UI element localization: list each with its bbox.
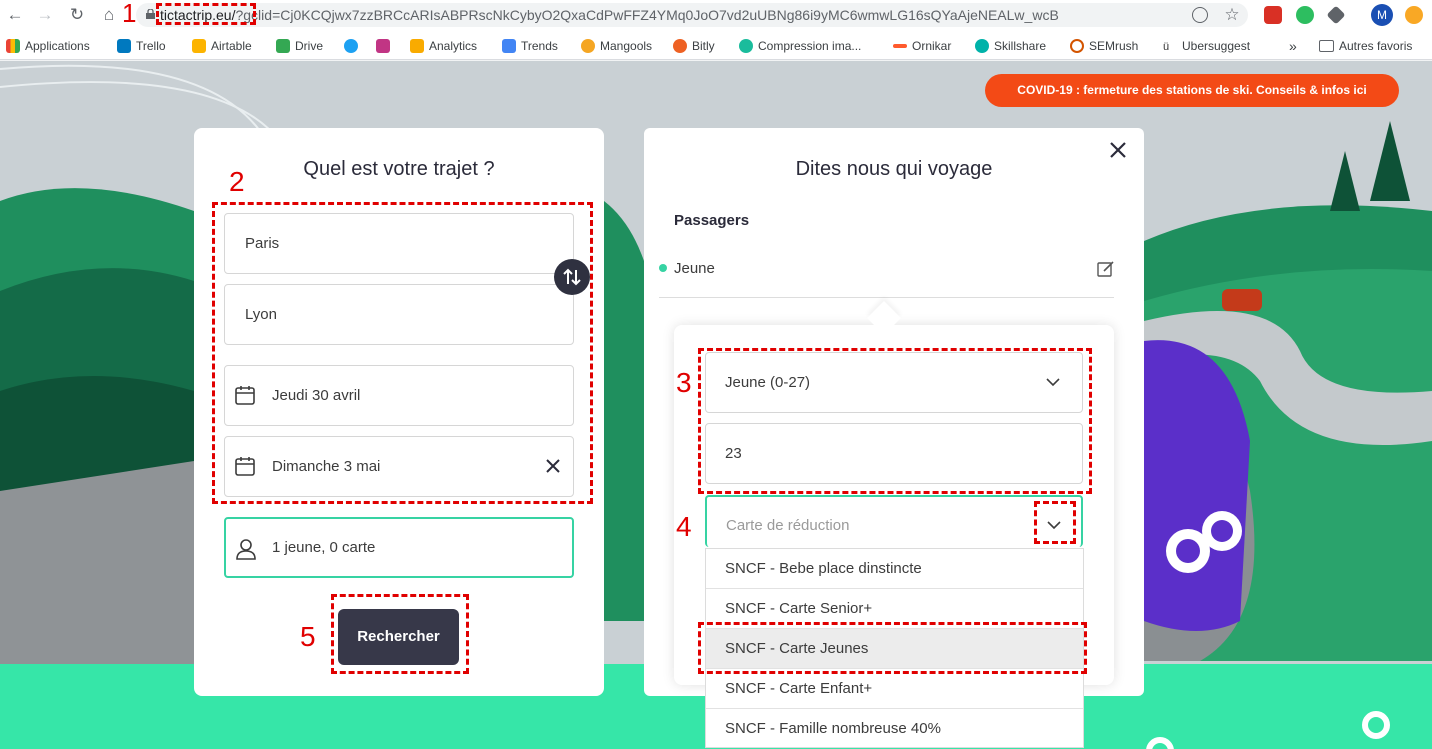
bookmark-label: Airtable — [211, 39, 252, 53]
bookmark-label: Compression ima... — [758, 39, 862, 53]
close-icon[interactable] — [1108, 140, 1128, 160]
back-icon[interactable]: ← — [4, 4, 26, 26]
annotation-5-number: 5 — [300, 621, 316, 652]
edit-icon[interactable] — [1097, 260, 1115, 278]
person-icon — [236, 539, 256, 560]
add-icon[interactable] — [1192, 7, 1208, 23]
mangools-icon — [581, 39, 595, 53]
twitter-icon — [344, 39, 358, 53]
address-url[interactable]: tictactrip.eu/?gclid=Cj0KCQjwx7zzBRCcARI… — [160, 7, 1059, 23]
bookmark-label: Ornikar — [912, 39, 952, 53]
reload-icon[interactable]: ↻ — [66, 4, 88, 26]
drive-icon — [276, 39, 290, 53]
skillshare-icon — [975, 39, 989, 53]
bookmark-label: Autres favoris — [1339, 39, 1413, 53]
dropdown-option[interactable]: SNCF - Famille nombreuse 40% — [706, 709, 1083, 749]
folder-icon — [1319, 40, 1334, 52]
bookmark-label: Trello — [136, 39, 166, 53]
forward-icon[interactable]: → — [34, 4, 56, 26]
passengers-field[interactable]: 1 jeune, 0 carte — [224, 517, 574, 578]
home-icon[interactable]: ⌂ — [98, 4, 120, 26]
annotation-2-box — [212, 202, 593, 504]
bookmark-applications[interactable]: Applications — [6, 38, 90, 54]
evernote-extension-icon[interactable] — [1296, 6, 1314, 24]
adblock-extension-icon[interactable] — [1264, 6, 1282, 24]
update-icon[interactable] — [1405, 6, 1423, 24]
annotation-3-box — [698, 348, 1092, 494]
annotation-4-number: 4 — [676, 511, 692, 542]
trip-form-card: Quel est votre trajet ? Paris Lyon Jeudi… — [194, 128, 604, 696]
dropdown-option[interactable]: SNCF - Bebe place dinstincte — [706, 549, 1083, 589]
annotation-1-number: 1 — [122, 0, 137, 28]
annotation-4-box — [1034, 501, 1076, 544]
covid-banner[interactable]: COVID-19 : fermeture des stations de ski… — [985, 74, 1399, 107]
bookmark-trends[interactable]: Trends — [502, 38, 558, 54]
trello-icon — [117, 39, 131, 53]
trends-icon — [502, 39, 516, 53]
instagram-icon — [376, 39, 390, 53]
bookmark-label: Skillshare — [994, 39, 1047, 53]
passenger-name: Jeune — [674, 260, 715, 277]
annotation-4-option-box — [698, 622, 1087, 674]
bookmark-semrush[interactable]: SEMrush — [1070, 38, 1138, 54]
ornikar-icon — [893, 44, 907, 48]
passengers-summary: 1 jeune, 0 carte — [272, 539, 376, 556]
bookmark-label: Applications — [25, 39, 90, 53]
passenger-row[interactable]: Jeune — [659, 246, 1114, 298]
passengers-section-label: Passagers — [674, 212, 750, 229]
bookmark-bitly[interactable]: Bitly — [673, 38, 715, 54]
annotation-5-box — [331, 594, 469, 674]
profile-avatar[interactable]: M — [1371, 4, 1393, 26]
bookmarks-bar: Applications Trello Airtable Drive Analy… — [0, 30, 1432, 60]
tag-extension-icon[interactable] — [1326, 5, 1346, 25]
bookmark-airtable[interactable]: Airtable — [192, 38, 252, 54]
bookmark-label: Trends — [521, 39, 558, 53]
bookmark-label: Drive — [295, 39, 324, 53]
bookmark-twitter[interactable] — [344, 38, 363, 54]
trip-form-title: Quel est votre trajet ? — [303, 158, 495, 180]
bookmark-trello[interactable]: Trello — [117, 38, 166, 54]
bookmark-compression[interactable]: Compression ima... — [739, 38, 861, 54]
bookmark-analytics[interactable]: Analytics — [410, 38, 477, 54]
discount-card-select[interactable]: Carte de réduction — [705, 495, 1083, 547]
analytics-icon — [410, 39, 424, 53]
bookmark-label: Bitly — [692, 39, 715, 53]
dropdown-option[interactable]: SNCF - Carte Enfant+ — [706, 669, 1083, 709]
lock-icon — [146, 9, 155, 19]
url-query: ?gclid=Cj0KCQjwx7zzBRCcARIsABPRscNkCybyO… — [235, 7, 1059, 23]
bookmark-other-favorites[interactable]: Autres favoris — [1319, 38, 1412, 54]
annotation-2-number: 2 — [229, 166, 245, 197]
bookmark-ornikar[interactable]: Ornikar — [893, 38, 951, 54]
bitly-icon — [673, 39, 687, 53]
passenger-panel-title: Dites nous qui voyage — [795, 158, 993, 180]
compression-icon — [739, 39, 753, 53]
bookmark-label: SEMrush — [1089, 39, 1139, 53]
browser-toolbar: ← → ↻ ⌂ tictactrip.eu/?gclid=Cj0KCQjwx7z… — [0, 0, 1432, 30]
annotation-3-number: 3 — [676, 367, 692, 398]
discount-card-placeholder: Carte de réduction — [726, 517, 850, 534]
airtable-icon — [192, 39, 206, 53]
passenger-status-dot — [659, 264, 667, 272]
bookmark-label: Analytics — [429, 39, 478, 53]
bookmark-skillshare[interactable]: Skillshare — [975, 38, 1046, 54]
bookmark-instagram[interactable] — [376, 38, 395, 54]
star-icon[interactable]: ☆ — [1221, 4, 1243, 26]
ubersuggest-icon: ü — [1163, 39, 1177, 53]
bookmark-mangools[interactable]: Mangools — [581, 38, 652, 54]
semrush-icon — [1070, 39, 1084, 53]
bookmarks-overflow-icon[interactable]: » — [1289, 38, 1297, 54]
bookmark-label: Ubersuggest — [1182, 39, 1251, 53]
bookmark-drive[interactable]: Drive — [276, 38, 323, 54]
bookmark-ubersuggest[interactable]: ü Ubersuggest — [1163, 38, 1250, 54]
bookmark-label: Mangools — [600, 39, 653, 53]
decorative-ring-icon — [1362, 711, 1390, 739]
apps-grid-icon — [6, 39, 20, 53]
annotation-1-box — [156, 3, 256, 25]
